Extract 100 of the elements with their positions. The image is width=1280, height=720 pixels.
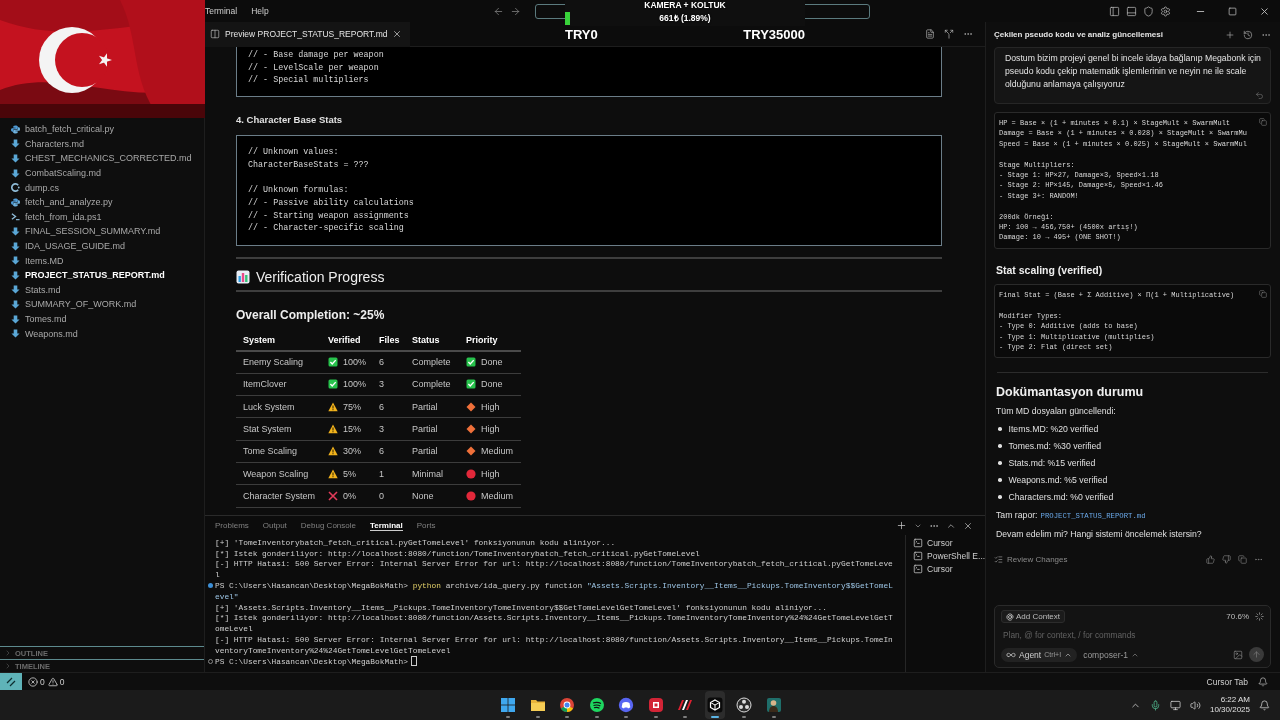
file-item[interactable]: batch_fetch_critical.py <box>25 124 115 135</box>
arrow-up-icon <box>1252 650 1261 659</box>
terminal-session[interactable]: Cursor <box>913 538 986 548</box>
warning-icon <box>328 446 338 457</box>
chat-heading: Stat scaling (verified) <box>996 263 1104 276</box>
table-cell: Done <box>481 379 503 390</box>
record-app-icon[interactable] <box>736 697 752 713</box>
monitor-icon[interactable] <box>1169 699 1181 711</box>
stripes-logo-icon[interactable] <box>677 697 693 713</box>
thumbs-down-icon[interactable] <box>1222 555 1231 565</box>
panel-toggle-icon[interactable] <box>1126 5 1137 17</box>
menu-item[interactable]: Terminal <box>205 6 238 16</box>
settings-icon[interactable] <box>1160 5 1171 17</box>
chat-input[interactable]: Plan, @ for context, / for commands <box>1001 630 1264 640</box>
panel-tab[interactable]: Problems <box>215 520 249 531</box>
table-cell: 6 <box>372 395 405 418</box>
document-icon[interactable] <box>925 29 935 39</box>
plus-icon[interactable] <box>896 520 907 531</box>
file-item[interactable]: CHEST_MECHANICS_CORRECTED.md <box>25 153 192 164</box>
list-item: Weapons.md: %5 verified <box>1008 474 1108 485</box>
goal-title: KAMERA + KOLTUK <box>643 0 727 10</box>
clock-time[interactable]: 6:22 AM <box>1220 695 1250 705</box>
table-cell: Tome Scaling <box>236 440 321 463</box>
bar-chart-icon <box>236 270 250 285</box>
remote-icon <box>6 676 16 687</box>
table-cell: 5% <box>343 468 356 479</box>
file-item[interactable]: fetch_and_analyze.py <box>25 197 113 208</box>
review-changes-button[interactable]: Review Changes <box>994 555 1068 565</box>
file-item[interactable]: fetch_from_ida.ps1 <box>25 211 102 222</box>
bell-icon[interactable] <box>1258 676 1268 687</box>
cube-app-icon[interactable] <box>706 697 723 713</box>
table-cell: Medium <box>481 446 513 457</box>
table-cell: 100% <box>343 357 367 368</box>
back-arrow-icon[interactable] <box>492 5 504 17</box>
table-cell: High <box>481 424 500 435</box>
file-item[interactable]: IDA_USAGE_GUIDE.md <box>25 241 126 252</box>
panel-tab[interactable]: Ports <box>416 520 436 531</box>
status-item[interactable]: Cursor Tab <box>1206 676 1248 687</box>
panel-tab[interactable]: Debug Console <box>300 520 356 531</box>
terminal-session[interactable]: Cursor <box>913 564 986 574</box>
table-cell: 100% <box>343 379 367 390</box>
table-cell: None <box>405 484 459 508</box>
image-icon[interactable] <box>1233 649 1243 660</box>
chat-app-icon[interactable] <box>618 697 634 713</box>
maximize-button[interactable] <box>1228 6 1237 16</box>
browser-icon[interactable] <box>559 697 575 713</box>
store-app-icon[interactable] <box>647 697 664 713</box>
file-item[interactable]: Items.MD <box>25 255 64 266</box>
file-item[interactable]: CombatScaling.md <box>25 168 102 179</box>
bullet-icon <box>998 427 1002 431</box>
file-item[interactable]: dump.cs <box>25 182 59 193</box>
check-icon <box>328 357 338 368</box>
terminal-session[interactable]: PowerShell E... <box>913 551 986 561</box>
close-icon[interactable] <box>963 520 973 531</box>
menu-item[interactable]: Help <box>251 6 269 16</box>
file-item[interactable]: PROJECT_STATUS_REPORT.md <box>25 270 165 281</box>
add-context-button[interactable]: Add Context <box>1001 610 1066 623</box>
table-cell: Weapon Scaling <box>236 462 321 485</box>
column-header: Files <box>372 330 405 352</box>
split-editor-icon[interactable] <box>944 29 954 39</box>
table-cell: 0 <box>372 484 405 508</box>
portrait-app-icon[interactable] <box>765 697 782 713</box>
file-item[interactable]: Stats.md <box>25 284 61 295</box>
sidebar-toggle-icon[interactable] <box>1109 5 1120 17</box>
preview-icon <box>210 29 220 39</box>
remote-button[interactable] <box>0 672 22 691</box>
warning-icon <box>328 401 338 412</box>
table-cell: Partial <box>405 395 459 418</box>
file-item[interactable]: FINAL_SESSION_SUMMARY.md <box>25 226 161 237</box>
column-header: Priority <box>459 330 521 352</box>
file-item[interactable]: Characters.md <box>25 138 85 149</box>
editor-tab[interactable]: Preview PROJECT_STATUS_REPORT.md <box>205 21 411 47</box>
table-cell: Stat System <box>236 417 321 441</box>
goal-min-label: TRY0 <box>565 27 598 42</box>
shield-icon[interactable] <box>1143 5 1154 17</box>
forward-arrow-icon[interactable] <box>509 5 521 17</box>
bullet-icon <box>998 495 1002 499</box>
maximize-icon <box>1228 6 1237 16</box>
thumbs-up-icon[interactable] <box>1206 555 1215 565</box>
close-button[interactable] <box>1259 5 1270 17</box>
folder-icon[interactable] <box>529 697 546 713</box>
panel-tab[interactable]: Terminal <box>369 520 403 531</box>
close-icon[interactable] <box>392 29 403 39</box>
plus-icon[interactable] <box>1225 29 1235 40</box>
microphone-icon[interactable] <box>1149 699 1161 711</box>
notification-icon[interactable] <box>1259 699 1270 711</box>
model-selector[interactable]: composer-1 <box>1083 649 1140 660</box>
bullet-icon <box>998 444 1002 448</box>
volume-icon[interactable] <box>1189 699 1201 711</box>
file-item[interactable]: Tomes.md <box>25 314 67 324</box>
panel-tab[interactable]: Output <box>262 520 287 531</box>
send-button[interactable] <box>1249 647 1264 662</box>
history-icon[interactable] <box>1243 29 1253 40</box>
clock-date[interactable]: 10/30/2025 <box>1209 705 1250 715</box>
check-icon <box>466 357 476 368</box>
table-cell: 3 <box>372 417 405 441</box>
music-app-icon[interactable] <box>588 697 605 713</box>
start-icon[interactable] <box>500 697 516 713</box>
file-item[interactable]: Weapons.md <box>25 328 78 339</box>
file-item[interactable]: SUMMARY_OF_WORK.md <box>25 299 137 310</box>
